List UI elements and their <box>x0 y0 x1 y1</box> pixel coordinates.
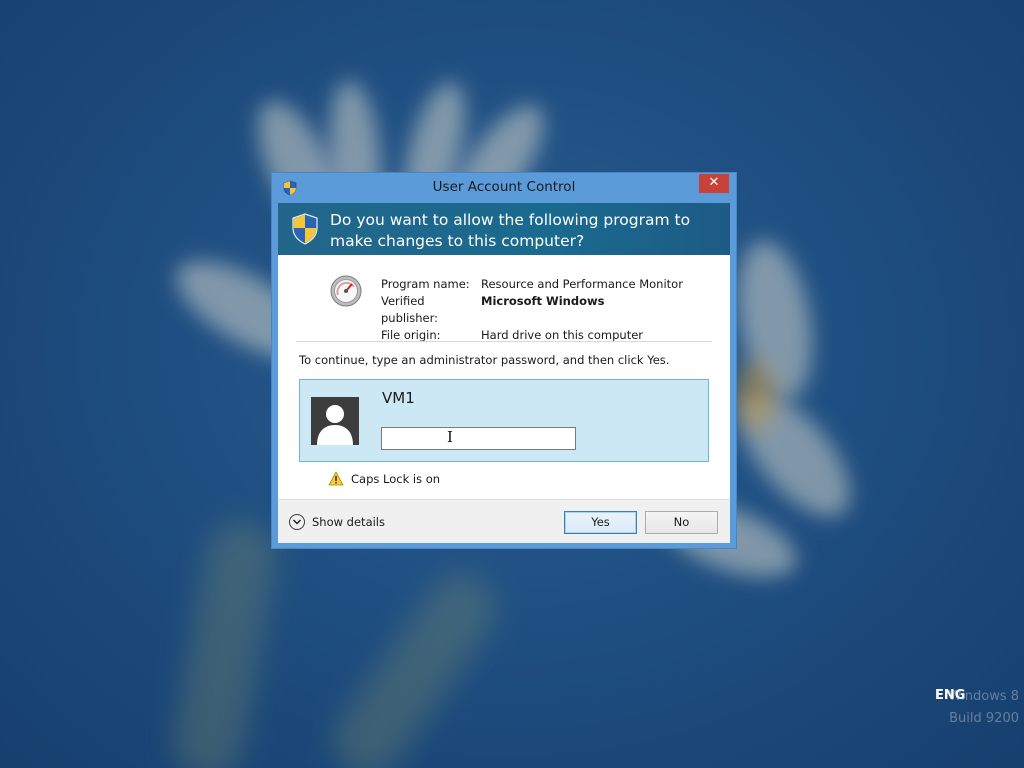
program-info: Program name: Resource and Performance M… <box>381 276 683 344</box>
desktop-background: User Account Control ✕ Do you want to al… <box>0 0 1024 768</box>
watermark-line-2: Build 9200 <box>949 711 1019 726</box>
uac-question: Do you want to allow the following progr… <box>330 211 691 250</box>
divider <box>296 341 712 342</box>
close-icon: ✕ <box>708 175 720 190</box>
password-field[interactable] <box>381 427 576 450</box>
warning-icon <box>328 471 344 486</box>
show-details-toggle[interactable]: Show details <box>289 514 385 530</box>
uac-dialog: User Account Control ✕ Do you want to al… <box>271 172 737 549</box>
caps-lock-warning: Caps Lock is on <box>328 471 440 486</box>
program-name-value: Resource and Performance Monitor <box>481 277 683 291</box>
no-button[interactable]: No <box>645 511 718 534</box>
publisher-row: Verified publisher: Microsoft Windows <box>381 293 683 327</box>
user-name: VM1 <box>382 389 415 407</box>
dialog-titlebar[interactable]: User Account Control ✕ <box>272 173 736 203</box>
text-cursor-icon: I <box>447 428 453 446</box>
publisher-value: Microsoft Windows <box>481 294 605 308</box>
question-banner: Do you want to allow the following progr… <box>278 203 730 255</box>
dialog-footer: Show details Yes No <box>278 499 730 543</box>
uac-shield-icon <box>291 213 319 245</box>
dialog-body: Do you want to allow the following progr… <box>278 203 730 543</box>
background-flower-center <box>735 360 775 430</box>
password-instruction: To continue, type an administrator passw… <box>299 353 670 367</box>
user-avatar-icon <box>311 397 359 445</box>
yes-button[interactable]: Yes <box>564 511 637 534</box>
background-stem <box>320 560 510 768</box>
dialog-title: User Account Control <box>432 179 576 195</box>
credential-tile[interactable]: VM1 I <box>299 379 709 462</box>
show-details-label: Show details <box>312 515 385 529</box>
chevron-down-icon <box>289 514 305 530</box>
input-language-indicator[interactable]: ENG <box>935 688 965 703</box>
background-stem <box>167 515 283 768</box>
info-label: Program name: <box>381 277 470 291</box>
info-label: Verified publisher: <box>381 294 439 325</box>
close-button[interactable]: ✕ <box>699 174 729 193</box>
performance-monitor-icon <box>330 275 362 307</box>
caps-lock-text: Caps Lock is on <box>351 471 441 486</box>
program-name-row: Program name: Resource and Performance M… <box>381 276 683 293</box>
